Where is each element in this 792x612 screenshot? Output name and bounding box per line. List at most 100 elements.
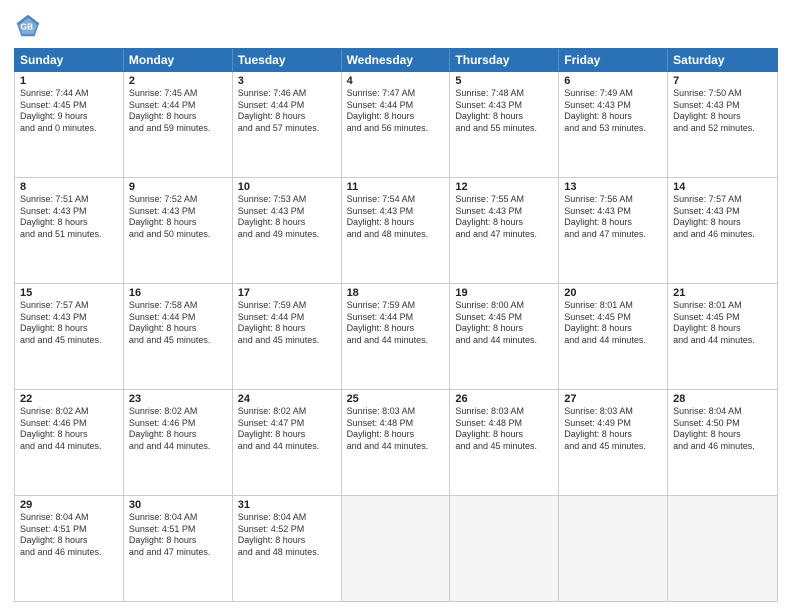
sunset-text: Sunset: 4:43 PM	[564, 206, 662, 218]
day-cell-27: 27Sunrise: 8:03 AMSunset: 4:49 PMDayligh…	[559, 390, 668, 495]
daylight-line2: and and 44 minutes.	[347, 335, 445, 347]
sunrise-text: Sunrise: 8:02 AM	[238, 406, 336, 418]
day-cell-2: 2Sunrise: 7:45 AMSunset: 4:44 PMDaylight…	[124, 72, 233, 177]
day-cell-12: 12Sunrise: 7:55 AMSunset: 4:43 PMDayligh…	[450, 178, 559, 283]
day-number: 10	[238, 181, 336, 193]
sunrise-text: Sunrise: 7:59 AM	[347, 300, 445, 312]
daylight-line2: and and 46 minutes.	[673, 229, 772, 241]
daylight-line1: Daylight: 8 hours	[564, 429, 662, 441]
daylight-line2: and and 52 minutes.	[673, 123, 772, 135]
daylight-line2: and and 45 minutes.	[455, 441, 553, 453]
calendar: SundayMondayTuesdayWednesdayThursdayFrid…	[14, 48, 778, 602]
day-number: 14	[673, 181, 772, 193]
day-cell-3: 3Sunrise: 7:46 AMSunset: 4:44 PMDaylight…	[233, 72, 342, 177]
daylight-line2: and and 45 minutes.	[20, 335, 118, 347]
daylight-line2: and and 44 minutes.	[238, 441, 336, 453]
day-number: 8	[20, 181, 118, 193]
daylight-line2: and and 50 minutes.	[129, 229, 227, 241]
daylight-line2: and and 44 minutes.	[564, 335, 662, 347]
daylight-line2: and and 51 minutes.	[20, 229, 118, 241]
daylight-line1: Daylight: 8 hours	[673, 323, 772, 335]
sunset-text: Sunset: 4:44 PM	[238, 100, 336, 112]
sunrise-text: Sunrise: 8:04 AM	[673, 406, 772, 418]
daylight-line1: Daylight: 8 hours	[347, 323, 445, 335]
daylight-line2: and and 45 minutes.	[129, 335, 227, 347]
sunset-text: Sunset: 4:43 PM	[238, 206, 336, 218]
daylight-line1: Daylight: 8 hours	[238, 429, 336, 441]
page: GB SundayMondayTuesdayWednesdayThursdayF…	[0, 0, 792, 612]
day-number: 31	[238, 499, 336, 511]
day-cell-18: 18Sunrise: 7:59 AMSunset: 4:44 PMDayligh…	[342, 284, 451, 389]
sunset-text: Sunset: 4:44 PM	[129, 100, 227, 112]
daylight-line1: Daylight: 8 hours	[20, 429, 118, 441]
daylight-line1: Daylight: 8 hours	[129, 323, 227, 335]
day-cell-20: 20Sunrise: 8:01 AMSunset: 4:45 PMDayligh…	[559, 284, 668, 389]
day-cell-17: 17Sunrise: 7:59 AMSunset: 4:44 PMDayligh…	[233, 284, 342, 389]
empty-cell-r4c4	[450, 496, 559, 601]
sunrise-text: Sunrise: 8:01 AM	[564, 300, 662, 312]
header: GB	[14, 12, 778, 40]
day-number: 4	[347, 75, 445, 87]
daylight-line2: and and 44 minutes.	[455, 335, 553, 347]
weekday-header-thursday: Thursday	[450, 49, 559, 71]
day-number: 12	[455, 181, 553, 193]
daylight-line1: Daylight: 8 hours	[129, 111, 227, 123]
day-number: 18	[347, 287, 445, 299]
daylight-line1: Daylight: 8 hours	[20, 323, 118, 335]
day-number: 3	[238, 75, 336, 87]
sunset-text: Sunset: 4:45 PM	[564, 312, 662, 324]
sunrise-text: Sunrise: 7:55 AM	[455, 194, 553, 206]
sunset-text: Sunset: 4:52 PM	[238, 524, 336, 536]
calendar-row-4: 22Sunrise: 8:02 AMSunset: 4:46 PMDayligh…	[15, 390, 777, 496]
svg-text:GB: GB	[21, 22, 34, 32]
day-cell-6: 6Sunrise: 7:49 AMSunset: 4:43 PMDaylight…	[559, 72, 668, 177]
day-cell-7: 7Sunrise: 7:50 AMSunset: 4:43 PMDaylight…	[668, 72, 777, 177]
sunset-text: Sunset: 4:47 PM	[238, 418, 336, 430]
calendar-row-1: 1Sunrise: 7:44 AMSunset: 4:45 PMDaylight…	[15, 72, 777, 178]
day-cell-11: 11Sunrise: 7:54 AMSunset: 4:43 PMDayligh…	[342, 178, 451, 283]
sunrise-text: Sunrise: 7:57 AM	[673, 194, 772, 206]
day-cell-25: 25Sunrise: 8:03 AMSunset: 4:48 PMDayligh…	[342, 390, 451, 495]
weekday-header-monday: Monday	[124, 49, 233, 71]
day-number: 1	[20, 75, 118, 87]
day-cell-28: 28Sunrise: 8:04 AMSunset: 4:50 PMDayligh…	[668, 390, 777, 495]
daylight-line1: Daylight: 8 hours	[347, 429, 445, 441]
day-cell-30: 30Sunrise: 8:04 AMSunset: 4:51 PMDayligh…	[124, 496, 233, 601]
day-cell-31: 31Sunrise: 8:04 AMSunset: 4:52 PMDayligh…	[233, 496, 342, 601]
day-number: 25	[347, 393, 445, 405]
sunrise-text: Sunrise: 7:59 AM	[238, 300, 336, 312]
daylight-line1: Daylight: 8 hours	[455, 217, 553, 229]
day-number: 19	[455, 287, 553, 299]
sunset-text: Sunset: 4:45 PM	[673, 312, 772, 324]
daylight-line1: Daylight: 8 hours	[238, 111, 336, 123]
logo-icon: GB	[14, 12, 42, 40]
day-number: 17	[238, 287, 336, 299]
day-cell-29: 29Sunrise: 8:04 AMSunset: 4:51 PMDayligh…	[15, 496, 124, 601]
sunrise-text: Sunrise: 7:57 AM	[20, 300, 118, 312]
daylight-line1: Daylight: 8 hours	[673, 217, 772, 229]
daylight-line1: Daylight: 8 hours	[455, 429, 553, 441]
day-cell-24: 24Sunrise: 8:02 AMSunset: 4:47 PMDayligh…	[233, 390, 342, 495]
daylight-line2: and and 0 minutes.	[20, 123, 118, 135]
day-cell-14: 14Sunrise: 7:57 AMSunset: 4:43 PMDayligh…	[668, 178, 777, 283]
sunrise-text: Sunrise: 7:50 AM	[673, 88, 772, 100]
calendar-row-2: 8Sunrise: 7:51 AMSunset: 4:43 PMDaylight…	[15, 178, 777, 284]
daylight-line2: and and 45 minutes.	[238, 335, 336, 347]
day-number: 22	[20, 393, 118, 405]
daylight-line2: and and 44 minutes.	[129, 441, 227, 453]
weekday-header-wednesday: Wednesday	[342, 49, 451, 71]
daylight-line2: and and 49 minutes.	[238, 229, 336, 241]
daylight-line2: and and 44 minutes.	[673, 335, 772, 347]
sunrise-text: Sunrise: 8:03 AM	[455, 406, 553, 418]
sunrise-text: Sunrise: 8:04 AM	[129, 512, 227, 524]
sunrise-text: Sunrise: 7:48 AM	[455, 88, 553, 100]
empty-cell-r4c5	[559, 496, 668, 601]
sunset-text: Sunset: 4:44 PM	[347, 312, 445, 324]
day-cell-4: 4Sunrise: 7:47 AMSunset: 4:44 PMDaylight…	[342, 72, 451, 177]
daylight-line1: Daylight: 8 hours	[673, 111, 772, 123]
daylight-line2: and and 44 minutes.	[347, 441, 445, 453]
day-number: 7	[673, 75, 772, 87]
sunset-text: Sunset: 4:43 PM	[673, 206, 772, 218]
sunrise-text: Sunrise: 7:49 AM	[564, 88, 662, 100]
sunrise-text: Sunrise: 8:03 AM	[347, 406, 445, 418]
